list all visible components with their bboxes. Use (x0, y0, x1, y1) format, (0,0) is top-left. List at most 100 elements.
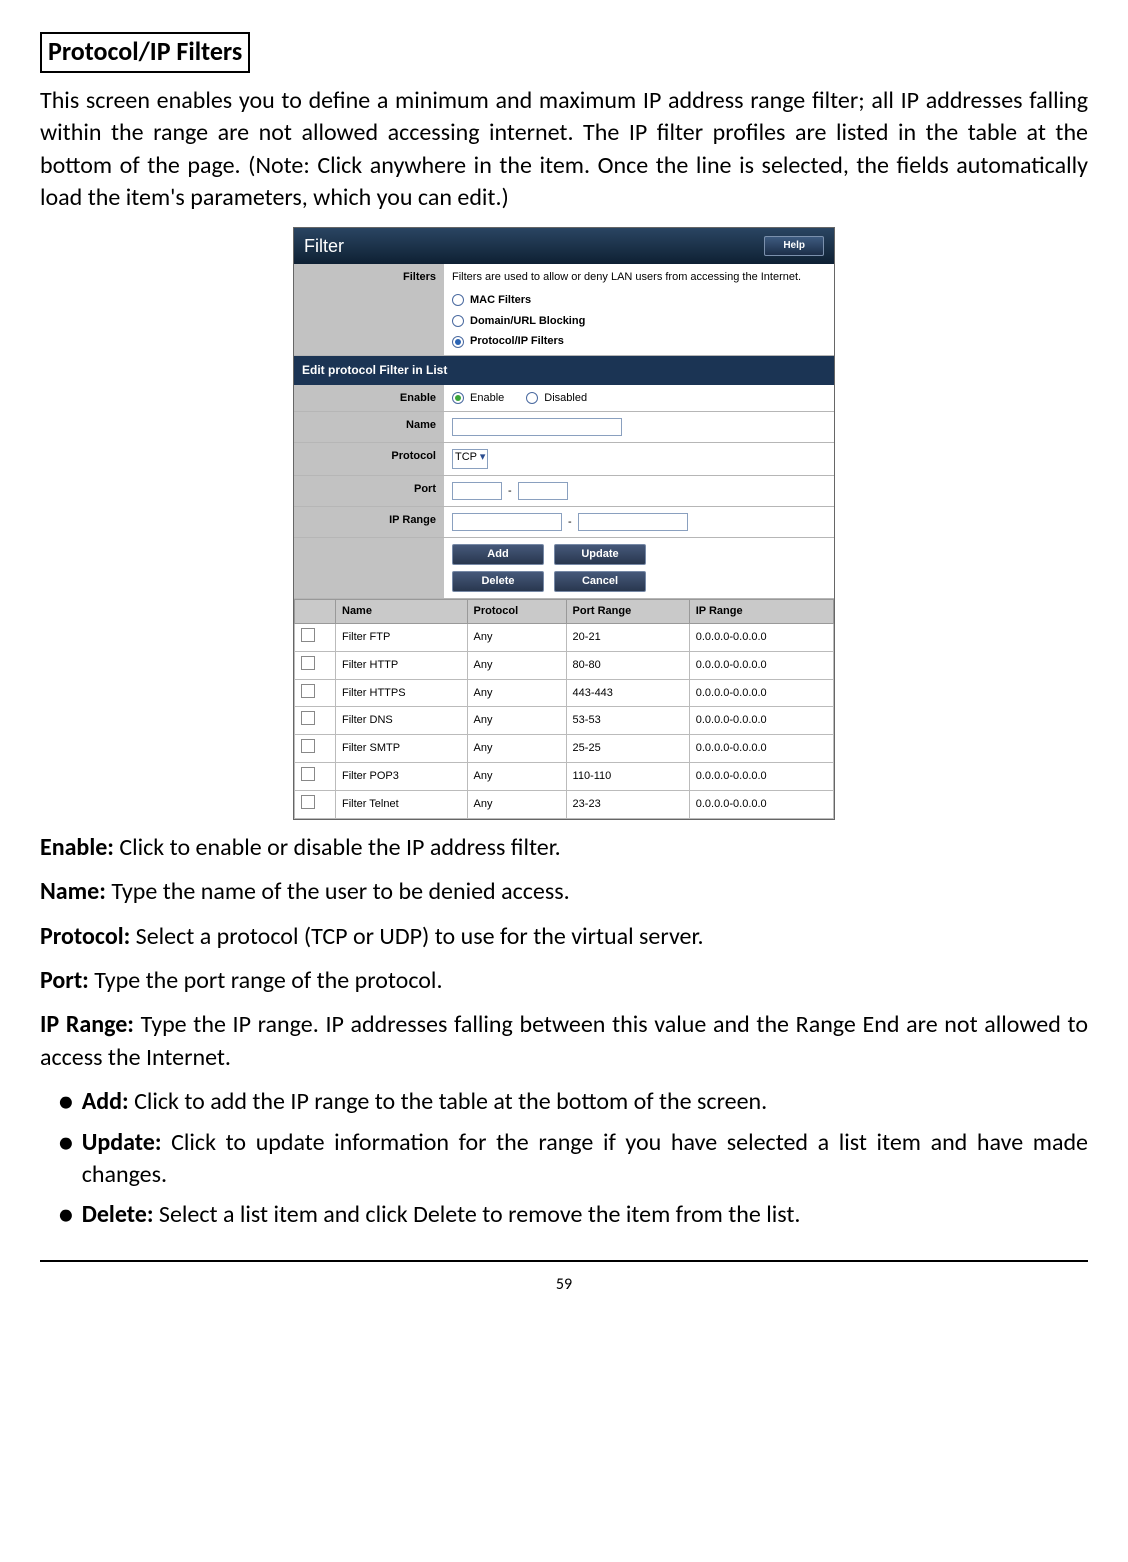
row-checkbox[interactable] (301, 739, 315, 753)
name-input[interactable] (452, 418, 622, 436)
def-iprange-label: IP Range: (40, 1010, 134, 1039)
iprange-from-input[interactable] (452, 513, 562, 531)
bullet-add-text: Click to add the IP range to the table a… (129, 1087, 768, 1116)
cell-portrange: 443-443 (566, 679, 689, 707)
intro-paragraph: This screen enables you to define a mini… (40, 85, 1088, 215)
cell-portrange: 53-53 (566, 707, 689, 735)
router-screenshot: Filter Help Filters Filters are used to … (293, 227, 835, 820)
table-row[interactable]: Filter POP3Any110-1100.0.0.0-0.0.0.0 (295, 763, 834, 791)
def-name: Name: Type the name of the user to be de… (40, 876, 1088, 908)
cell-protocol: Any (467, 790, 566, 818)
screenshot-title: Filter (304, 234, 344, 258)
def-name-label: Name: (40, 877, 106, 906)
def-port-text: Type the port range of the protocol. (89, 966, 443, 995)
row-checkbox[interactable] (301, 711, 315, 725)
screenshot-titlebar: Filter Help (294, 228, 834, 264)
col-portrange: Port Range (566, 600, 689, 624)
def-protocol-label: Protocol: (40, 922, 130, 951)
cell-iprange: 0.0.0.0-0.0.0.0 (689, 707, 833, 735)
cell-name: Filter Telnet (336, 790, 468, 818)
port-row: Port - (294, 476, 834, 507)
filters-row: Filters Filters are used to allow or den… (294, 264, 834, 356)
table-row[interactable]: Filter SMTPAny25-250.0.0.0-0.0.0.0 (295, 735, 834, 763)
radio-domain-label: Domain/URL Blocking (470, 314, 585, 329)
bullet-add: ● Add: Click to add the IP range to the … (40, 1086, 1088, 1118)
iprange-row: IP Range - (294, 507, 834, 538)
table-row[interactable]: Filter HTTPAny80-800.0.0.0-0.0.0.0 (295, 651, 834, 679)
row-checkbox[interactable] (301, 795, 315, 809)
table-row[interactable]: Filter HTTPSAny443-4430.0.0.0-0.0.0.0 (295, 679, 834, 707)
def-enable-label: Enable: (40, 833, 114, 862)
cell-name: Filter HTTP (336, 651, 468, 679)
col-protocol: Protocol (467, 600, 566, 624)
radio-icon (452, 315, 464, 327)
def-enable: Enable: Click to enable or disable the I… (40, 832, 1088, 864)
bullet-icon: ● (58, 1199, 74, 1230)
enable-label: Enable (294, 385, 444, 412)
radio-domain-blocking[interactable]: Domain/URL Blocking (452, 314, 826, 329)
cell-portrange: 25-25 (566, 735, 689, 763)
row-checkbox[interactable] (301, 684, 315, 698)
radio-mac-filters[interactable]: MAC Filters (452, 293, 826, 308)
cell-name: Filter POP3 (336, 763, 468, 791)
row-checkbox[interactable] (301, 767, 315, 781)
def-protocol: Protocol: Select a protocol (TCP or UDP)… (40, 921, 1088, 953)
cell-iprange: 0.0.0.0-0.0.0.0 (689, 651, 833, 679)
def-protocol-text: Select a protocol (TCP or UDP) to use fo… (130, 922, 703, 951)
dash-separator: - (568, 515, 572, 530)
col-name: Name (336, 600, 468, 624)
dash-separator: - (508, 484, 512, 499)
delete-button[interactable]: Delete (452, 571, 544, 592)
cell-name: Filter FTP (336, 623, 468, 651)
def-name-text: Type the name of the user to be denied a… (106, 877, 570, 906)
col-iprange: IP Range (689, 600, 833, 624)
radio-disabled-icon[interactable] (526, 392, 538, 404)
bullet-icon: ● (58, 1127, 74, 1158)
radio-enable-icon[interactable] (452, 392, 464, 404)
row-checkbox[interactable] (301, 628, 315, 642)
def-iprange: IP Range: Type the IP range. IP addresse… (40, 1009, 1088, 1074)
page-number: 59 (40, 1274, 1088, 1296)
radio-protocol-ip[interactable]: Protocol/IP Filters (452, 334, 826, 349)
port-from-input[interactable] (452, 482, 502, 500)
bullet-delete: ● Delete: Select a list item and click D… (40, 1199, 1088, 1231)
iprange-to-input[interactable] (578, 513, 688, 531)
port-label: Port (294, 476, 444, 506)
def-port-label: Port: (40, 966, 89, 995)
name-row: Name (294, 412, 834, 443)
opt-disabled: Disabled (544, 391, 587, 406)
radio-protocol-label: Protocol/IP Filters (470, 334, 564, 349)
def-iprange-text: Type the IP range. IP addresses falling … (40, 1010, 1088, 1071)
cell-protocol: Any (467, 707, 566, 735)
cancel-button[interactable]: Cancel (554, 571, 646, 592)
edit-section-bar: Edit protocol Filter in List (294, 356, 834, 384)
col-checkbox (295, 600, 336, 624)
enable-row: Enable Enable Disabled (294, 385, 834, 413)
cell-protocol: Any (467, 763, 566, 791)
filters-label: Filters (294, 264, 444, 355)
buttons-row: Add Update Delete Cancel (294, 538, 834, 599)
cell-portrange: 80-80 (566, 651, 689, 679)
section-heading: Protocol/IP Filters (40, 32, 250, 73)
table-row[interactable]: Filter DNSAny53-530.0.0.0-0.0.0.0 (295, 707, 834, 735)
add-button[interactable]: Add (452, 544, 544, 565)
port-to-input[interactable] (518, 482, 568, 500)
table-row[interactable]: Filter TelnetAny23-230.0.0.0-0.0.0.0 (295, 790, 834, 818)
def-enable-text: Click to enable or disable the IP addres… (114, 833, 561, 862)
protocol-row: Protocol TCP ▾ (294, 443, 834, 476)
page-divider (40, 1260, 1088, 1262)
cell-protocol: Any (467, 623, 566, 651)
protocol-label: Protocol (294, 443, 444, 475)
help-button[interactable]: Help (764, 236, 824, 256)
cell-portrange: 23-23 (566, 790, 689, 818)
radio-mac-label: MAC Filters (470, 293, 531, 308)
table-row[interactable]: Filter FTPAny20-210.0.0.0-0.0.0.0 (295, 623, 834, 651)
protocol-select[interactable]: TCP ▾ (452, 449, 488, 469)
cell-iprange: 0.0.0.0-0.0.0.0 (689, 623, 833, 651)
cell-protocol: Any (467, 651, 566, 679)
cell-portrange: 110-110 (566, 763, 689, 791)
bullet-delete-text: Select a list item and click Delete to r… (153, 1200, 800, 1229)
chevron-down-icon: ▾ (480, 451, 486, 463)
row-checkbox[interactable] (301, 656, 315, 670)
update-button[interactable]: Update (554, 544, 646, 565)
